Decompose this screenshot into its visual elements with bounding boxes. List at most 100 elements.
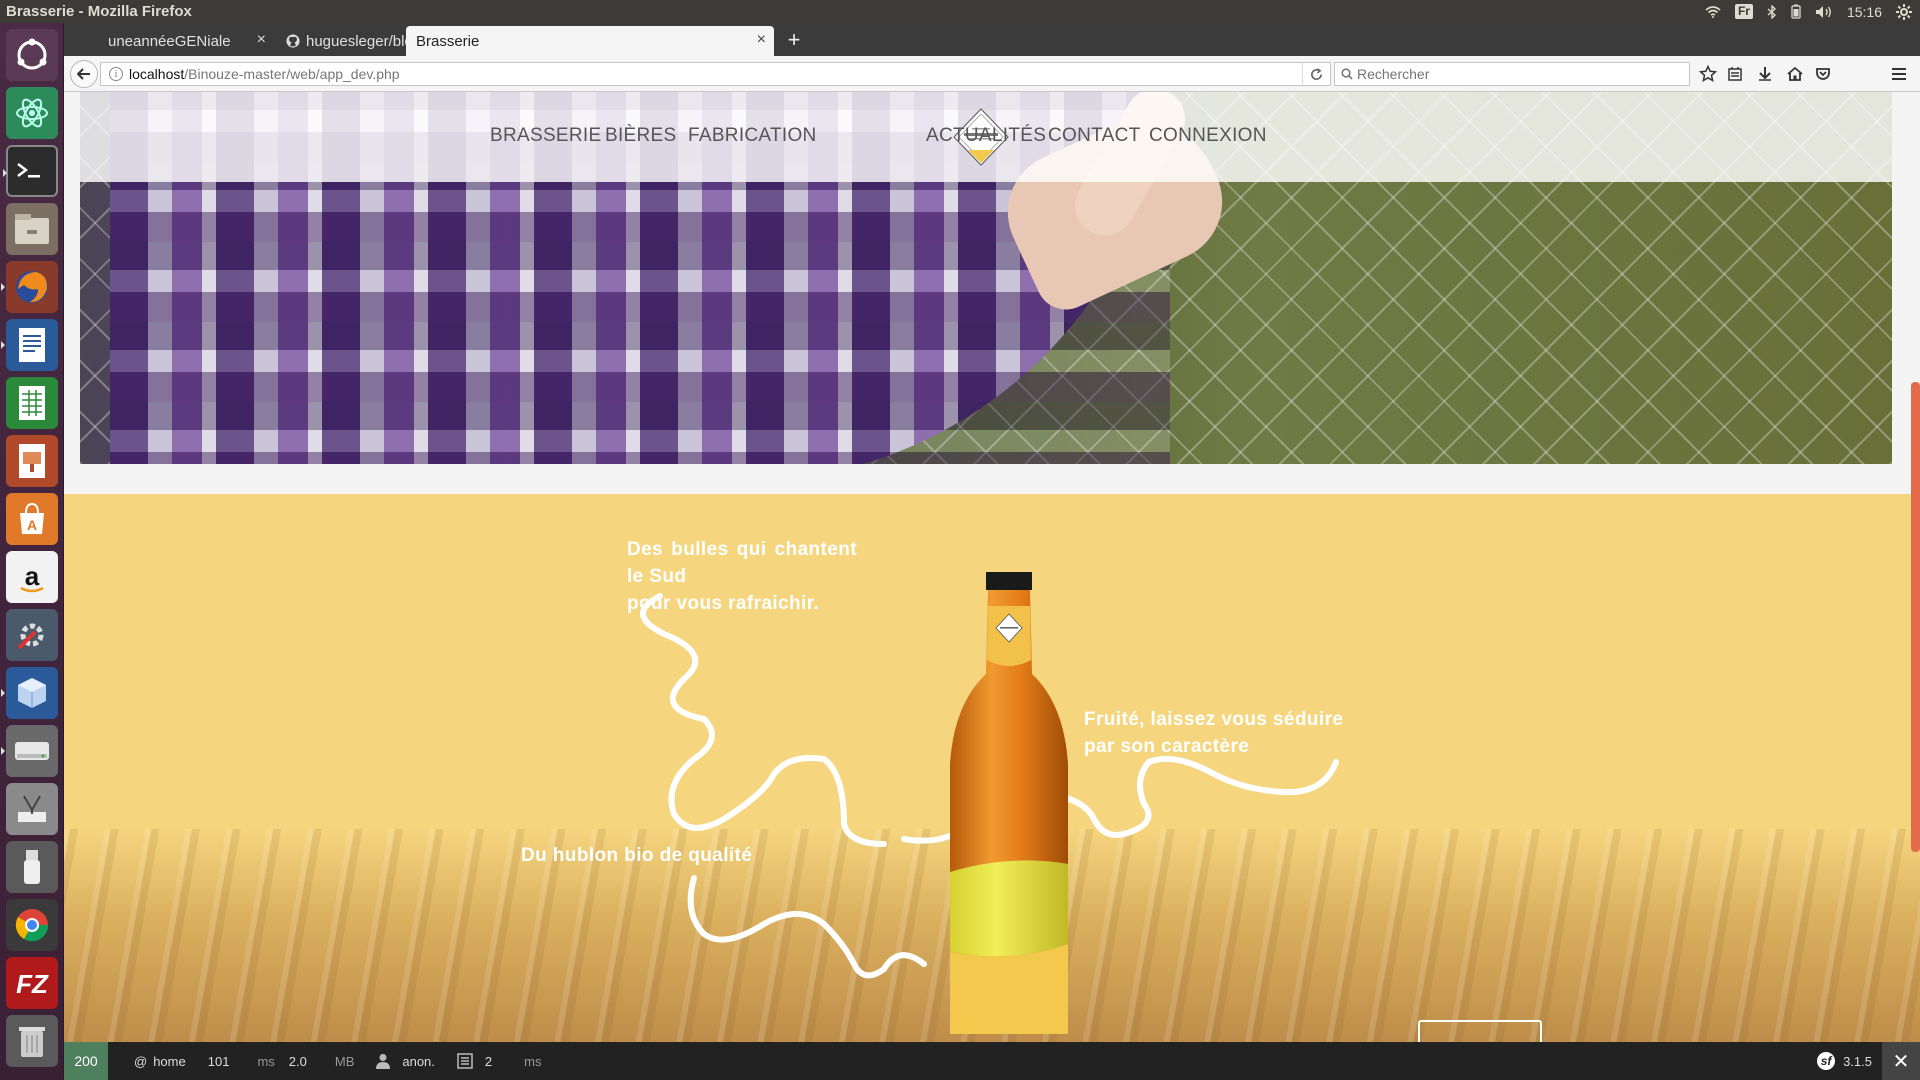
beer-presentation-section: Des bulles qui chantent le Sud pour vous… — [64, 494, 1920, 1042]
memory-value: 2.0 — [288, 1053, 307, 1069]
nav-bieres[interactable]: BIÈRES — [605, 125, 677, 147]
svg-text:a: a — [25, 561, 40, 591]
svg-text:A: A — [27, 517, 37, 533]
terminal-icon[interactable] — [3, 145, 58, 197]
window-title: Brasserie - Mozilla Firefox — [6, 3, 192, 20]
battery-icon[interactable] — [1791, 4, 1801, 19]
new-tab-button[interactable]: + — [782, 23, 806, 56]
amazon-icon[interactable]: a — [6, 551, 58, 603]
filezilla-icon[interactable]: FZ — [6, 957, 58, 1009]
database-icon — [457, 1053, 473, 1069]
reload-button[interactable] — [1302, 63, 1330, 85]
nav-fabrication[interactable]: FABRICATION — [688, 125, 817, 147]
clock[interactable]: 15:16 — [1847, 4, 1882, 20]
nav-connexion[interactable]: CONNEXION — [1149, 125, 1267, 147]
unity-launcher: A a FZ — [0, 23, 64, 1080]
database-panel[interactable]: 2 ms — [457, 1053, 542, 1069]
symfony-debug-toolbar: 200 @ home 101 ms 2.0 MB anon. 2 ms sf 3.… — [64, 1042, 1920, 1080]
close-toolbar-button[interactable]: ✕ — [1882, 1042, 1920, 1080]
user-name: anon. — [402, 1053, 435, 1069]
time-unit: ms — [257, 1053, 275, 1069]
github-icon — [286, 34, 300, 48]
site-info-icon[interactable]: i — [109, 67, 123, 81]
usb-icon[interactable] — [6, 841, 58, 893]
calc-icon[interactable] — [6, 377, 58, 429]
browser-tab-strip: uneannéeGENiale × huguesleger/blogP… × B… — [64, 23, 1920, 56]
url-host: localhost — [129, 66, 185, 82]
beer-feature-right-line1: Fruité, laissez vous séduire — [1084, 709, 1344, 730]
beer-bottle-image — [950, 572, 1068, 1034]
ubuntu-dash-icon[interactable] — [6, 29, 58, 81]
system-tray: Fr 15:16 — [1705, 0, 1920, 23]
page-viewport: BRASSERIE BIÈRES FABRICATION ACTUALITÉS … — [64, 92, 1920, 1042]
svg-text:FZ: FZ — [16, 969, 49, 999]
tab-uneannee[interactable]: uneannéeGENiale × — [98, 26, 274, 56]
hamburger-menu-icon[interactable] — [1888, 63, 1910, 85]
beer-feature-top-line2: pour vous rafraichir. — [627, 593, 820, 614]
system-settings-icon[interactable] — [6, 609, 58, 661]
settings-gear-icon[interactable] — [1896, 3, 1912, 20]
db-query-count: 2 — [484, 1053, 493, 1069]
route-panel[interactable]: @ home — [134, 1054, 186, 1069]
time-value: 101 — [207, 1053, 230, 1069]
nav-contact[interactable]: CONTACT — [1048, 125, 1141, 147]
memory-unit: MB — [334, 1053, 355, 1069]
tab-label: uneannéeGENiale — [108, 32, 231, 50]
db-unit: ms — [524, 1053, 542, 1069]
tab-close-icon[interactable]: × — [757, 31, 766, 49]
bookmark-star-icon[interactable] — [1697, 63, 1719, 85]
arrow-left-icon — [77, 68, 90, 80]
tab-label: Brasserie — [416, 32, 480, 50]
page-scrollbar[interactable] — [1911, 382, 1920, 852]
back-button[interactable] — [70, 60, 98, 88]
writer-icon[interactable] — [1, 319, 58, 371]
beer-feature-bottom: Du hublon bio de qualité — [521, 845, 753, 866]
beer-feature-right-line2: par son caractère — [1084, 736, 1250, 757]
search-input[interactable] — [1357, 66, 1677, 82]
user-icon — [376, 1054, 391, 1069]
search-icon — [1341, 68, 1353, 80]
tab-brasserie[interactable]: Brasserie × — [406, 26, 774, 56]
url-bar[interactable]: i localhost/Binouze-master/web/app_dev.p… — [100, 62, 1331, 86]
wifi-icon[interactable] — [1705, 5, 1721, 18]
firefox-icon[interactable] — [1, 261, 58, 313]
nav-actualites[interactable]: ACTUALITÉS — [926, 125, 1046, 147]
tab-close-icon[interactable]: × — [257, 31, 266, 49]
symfony-version-panel: sf 3.1.5 ✕ — [1817, 1042, 1920, 1080]
status-code-badge[interactable]: 200 — [64, 1042, 108, 1080]
volume-icon[interactable] — [1815, 5, 1833, 19]
disk-icon[interactable] — [1, 725, 58, 777]
browser-navigation-bar: i localhost/Binouze-master/web/app_dev.p… — [64, 56, 1920, 92]
files-icon[interactable] — [6, 203, 58, 255]
software-center-icon[interactable]: A — [6, 493, 58, 545]
beer-feature-right: Fruité, laissez vous séduire par son car… — [1084, 706, 1343, 760]
more-info-button[interactable] — [1418, 1020, 1542, 1042]
impress-icon[interactable] — [6, 435, 58, 487]
pocket-icon[interactable] — [1812, 63, 1834, 85]
symfony-logo-icon: sf — [1817, 1052, 1836, 1070]
user-panel[interactable]: anon. — [376, 1053, 435, 1069]
bluetooth-icon[interactable] — [1767, 4, 1777, 19]
reload-icon — [1311, 67, 1322, 80]
downloads-icon[interactable] — [1754, 63, 1776, 85]
at-icon: @ — [134, 1053, 148, 1069]
time-panel[interactable]: 101 ms — [208, 1054, 275, 1069]
symfony-version[interactable]: 3.1.5 — [1843, 1054, 1872, 1069]
memory-panel[interactable]: 2.0 MB — [289, 1054, 355, 1069]
url-path: /Binouze-master/web/app_dev.php — [184, 66, 400, 82]
os-top-panel: Brasserie - Mozilla Firefox Fr 15:16 — [0, 0, 1920, 23]
trash-icon[interactable] — [6, 1015, 58, 1067]
bookmarks-menu-icon[interactable] — [1724, 63, 1746, 85]
route-name: home — [153, 1053, 186, 1069]
beer-feature-top: Des bulles qui chantent le Sud pour vous… — [627, 536, 857, 617]
virtualbox-icon[interactable] — [1, 667, 58, 719]
search-bar[interactable] — [1334, 62, 1690, 86]
home-icon[interactable] — [1784, 63, 1806, 85]
keyboard-layout-indicator[interactable]: Fr — [1734, 4, 1753, 19]
mysql-workbench-icon[interactable] — [6, 783, 58, 835]
atom-icon[interactable] — [6, 87, 58, 139]
site-navigation: BRASSERIE BIÈRES FABRICATION ACTUALITÉS … — [80, 92, 1892, 182]
chrome-icon[interactable] — [6, 899, 58, 951]
beer-feature-top-line1: Des bulles qui chantent le Sud — [627, 539, 857, 587]
nav-brasserie[interactable]: BRASSERIE — [490, 125, 601, 147]
